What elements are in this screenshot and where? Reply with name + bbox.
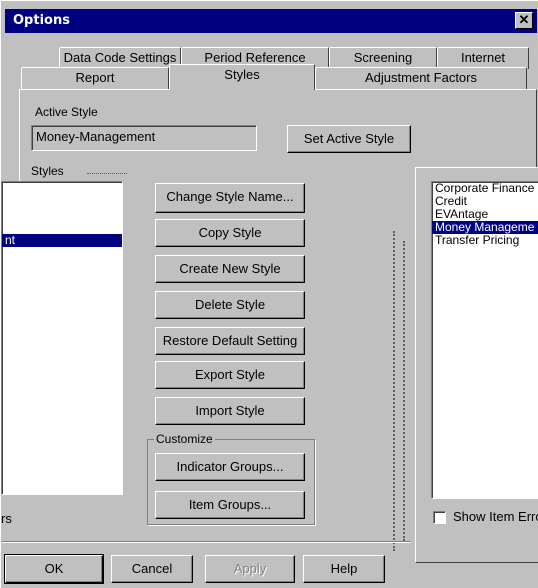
create-new-style-button[interactable]: Create New Style bbox=[155, 255, 305, 283]
import-style-button[interactable]: Import Style bbox=[155, 397, 305, 425]
left-partial-label: rs bbox=[1, 511, 12, 526]
apply-button[interactable]: Apply bbox=[205, 555, 295, 583]
list-item[interactable]: Transfer Pricing bbox=[432, 234, 538, 247]
window-title: Options bbox=[13, 13, 70, 28]
separator bbox=[393, 231, 395, 551]
show-item-error-checkbox[interactable] bbox=[433, 511, 446, 524]
restore-default-setting-button[interactable]: Restore Default Setting bbox=[155, 327, 305, 355]
list-item[interactable]: nt bbox=[2, 234, 122, 247]
tab-screening[interactable]: Screening bbox=[329, 47, 437, 69]
active-style-field: Money-Management bbox=[31, 125, 257, 151]
set-active-style-button[interactable]: Set Active Style bbox=[287, 125, 411, 153]
title-bar[interactable]: Options ✕ bbox=[5, 9, 537, 33]
tab-adjustment-factors[interactable]: Adjustment Factors bbox=[315, 67, 527, 89]
close-icon: ✕ bbox=[518, 12, 530, 27]
export-style-button[interactable]: Export Style bbox=[155, 361, 305, 389]
options-dialog: Options ✕ Data Code Settings Period Refe… bbox=[0, 0, 538, 588]
tab-report[interactable]: Report bbox=[21, 67, 169, 89]
delete-style-button[interactable]: Delete Style bbox=[155, 291, 305, 319]
show-item-error-label: Show Item Erro bbox=[453, 509, 538, 524]
footer-divider bbox=[1, 541, 411, 542]
tab-data-code-settings[interactable]: Data Code Settings bbox=[59, 47, 181, 69]
active-style-label: Active Style bbox=[35, 105, 98, 119]
cancel-button[interactable]: Cancel bbox=[111, 555, 193, 583]
styles-list-right[interactable]: Corporate Finance Credit EVAntage Money … bbox=[431, 181, 538, 499]
ok-button[interactable]: OK bbox=[4, 554, 104, 584]
change-style-name-button[interactable]: Change Style Name... bbox=[155, 183, 305, 213]
help-button[interactable]: Help bbox=[303, 555, 385, 583]
separator bbox=[87, 173, 127, 174]
separator bbox=[403, 241, 405, 541]
customize-label: Customize bbox=[154, 432, 215, 446]
tab-internet[interactable]: Internet bbox=[437, 47, 529, 69]
close-button[interactable]: ✕ bbox=[515, 12, 533, 29]
item-groups-button[interactable]: Item Groups... bbox=[155, 491, 305, 519]
copy-style-button[interactable]: Copy Style bbox=[155, 219, 305, 247]
indicator-groups-button[interactable]: Indicator Groups... bbox=[155, 453, 305, 481]
styles-label: Styles bbox=[31, 164, 64, 178]
styles-list-left[interactable]: nt bbox=[1, 181, 123, 495]
tab-styles[interactable]: Styles bbox=[169, 64, 315, 90]
